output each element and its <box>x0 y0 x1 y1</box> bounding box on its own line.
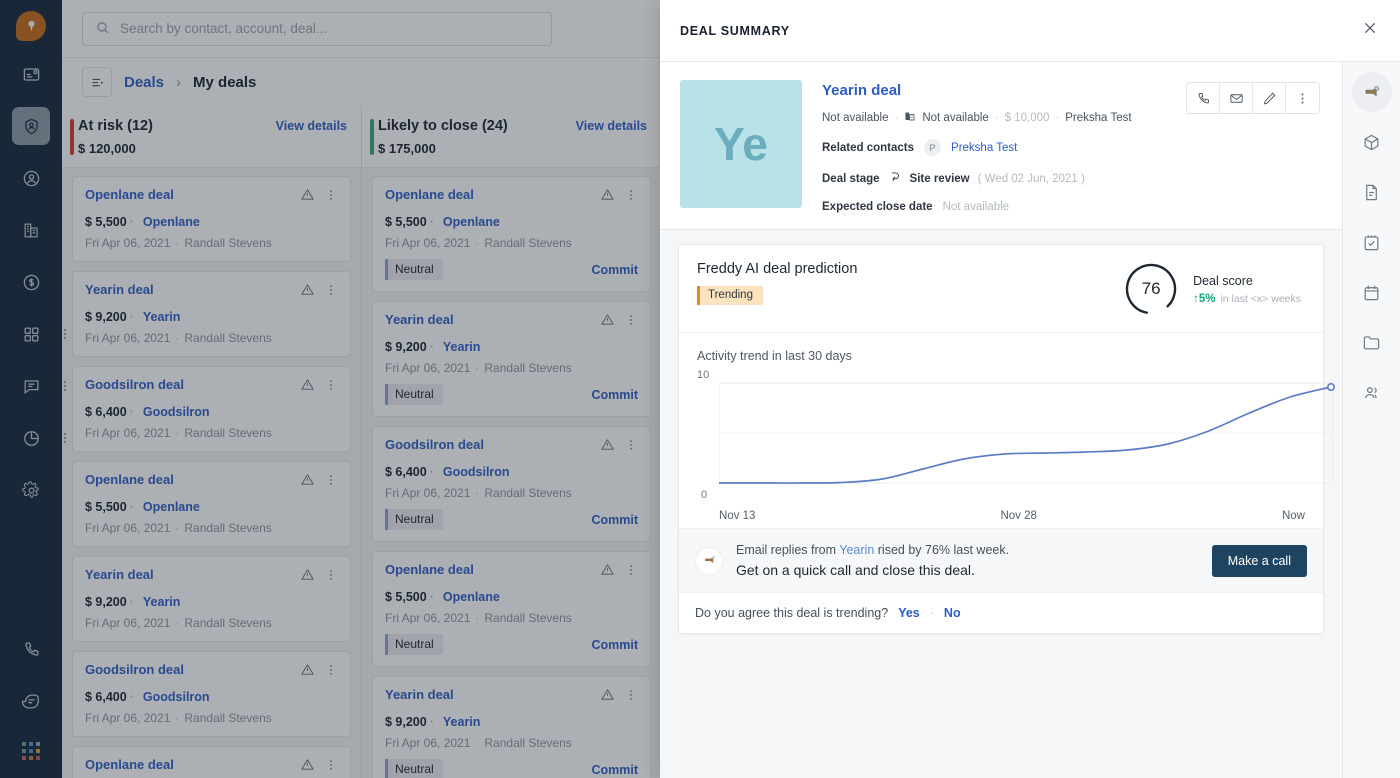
contact-avatar: P <box>924 139 942 156</box>
freddy-insight: Email replies from Yearin rised by 76% l… <box>679 528 1323 592</box>
y-axis-tick-bottom: 0 <box>701 489 708 501</box>
email-action[interactable] <box>1220 83 1253 113</box>
x-axis-labels: Nov 13 Nov 28 Now <box>697 510 1305 522</box>
calendar-icon[interactable] <box>1352 272 1392 312</box>
panel-header: DEAL SUMMARY <box>660 0 1400 62</box>
building-icon <box>904 110 916 125</box>
feedback-no[interactable]: No <box>944 606 961 620</box>
deal-score-ring: 76 <box>1123 261 1179 317</box>
insight-line1-post: rised by 76% last week. <box>877 543 1010 557</box>
feedback-row: Do you agree this deal is trending? Yes … <box>679 592 1323 633</box>
deal-score-block: 76 Deal score ↑5% in last <x> weeks <box>1123 261 1305 317</box>
freddy-title: Freddy AI deal prediction <box>697 261 858 277</box>
freddy-prediction-card: Freddy AI deal prediction Trending 76 De… <box>678 244 1335 634</box>
expected-close-row: Expected close date Not available <box>822 201 1166 213</box>
x-tick-2: Now <box>1281 510 1305 522</box>
panel-icon-rail <box>1342 62 1400 778</box>
deal-summary-details: Yearin deal Not available · Not availabl… <box>822 80 1166 213</box>
activity-chart-section: Activity trend in last 30 days 10 0 Nov … <box>679 333 1335 528</box>
feedback-question: Do you agree this deal is trending? <box>695 606 889 620</box>
deal-score-label: Deal score <box>1193 273 1253 288</box>
more-actions[interactable] <box>1286 83 1319 113</box>
expected-close-label: Expected close date <box>822 201 933 213</box>
deal-score-text: Deal score ↑5% in last <x> weeks <box>1193 274 1301 305</box>
chart-title: Activity trend in last 30 days <box>697 349 852 363</box>
make-a-call-button[interactable]: Make a call <box>1211 544 1307 577</box>
meta-dot: · <box>1055 111 1060 124</box>
panel-content: Ye Yearin deal Not available · Not avail… <box>660 62 1342 778</box>
deal-amount: $ 10,000 <box>1004 111 1050 124</box>
freddy-icon[interactable] <box>1351 72 1392 112</box>
call-action[interactable] <box>1187 83 1220 113</box>
deal-owner: Preksha Test <box>1065 111 1132 124</box>
deal-stage-date: ( Wed 02 Jun, 2021 ) <box>977 172 1085 185</box>
deal-score-delta-note: in last <x> weeks <box>1220 292 1301 305</box>
task-check-icon[interactable] <box>1352 222 1392 262</box>
meta-dot: · <box>894 111 899 124</box>
freddy-card-wrapper: Freddy AI deal prediction Trending 76 De… <box>660 230 1342 634</box>
y-axis-tick-top: 10 <box>697 369 710 381</box>
deal-stage-row: Deal stage Site review ( Wed 02 Jun, 202… <box>822 170 1166 187</box>
expected-close-value: Not available <box>942 201 1010 213</box>
insight-text: Email replies from Yearin rised by 76% l… <box>736 543 1199 578</box>
related-contacts-label: Related contacts <box>822 141 915 154</box>
stage-icon <box>888 170 902 187</box>
x-tick-1: Nov 28 <box>1000 510 1037 522</box>
deal-stage-label: Deal stage <box>822 172 880 185</box>
box-icon[interactable] <box>1352 122 1392 162</box>
deal-meta-row: Not available · Not available · $ 10,000… <box>822 110 1166 125</box>
deal-action-buttons <box>1186 82 1320 114</box>
panel-title: DEAL SUMMARY <box>680 23 790 38</box>
insight-line1-pre: Email replies from <box>736 543 837 557</box>
deal-summary-card: Ye Yearin deal Not available · Not avail… <box>660 62 1342 230</box>
edit-action[interactable] <box>1253 83 1286 113</box>
status-badge: Trending <box>697 286 763 305</box>
related-contacts-row: Related contacts P Preksha Test <box>822 139 1166 156</box>
deal-meta-second: Not available <box>922 111 989 124</box>
close-icon[interactable] <box>1362 20 1378 41</box>
x-tick-0: Nov 13 <box>719 510 756 522</box>
deal-meta-first: Not available <box>822 111 889 124</box>
insight-line-1: Email replies from Yearin rised by 76% l… <box>736 543 1199 557</box>
panel-body: Ye Yearin deal Not available · Not avail… <box>660 62 1400 778</box>
related-contact-name[interactable]: Preksha Test <box>951 142 1017 154</box>
freddy-avatar-icon <box>695 546 723 575</box>
folder-icon[interactable] <box>1352 322 1392 362</box>
contacts-icon[interactable] <box>1352 372 1392 412</box>
deal-stage-value: Site review <box>909 172 970 185</box>
activity-trend-chart: 10 0 <box>697 369 1335 505</box>
avatar: Ye <box>680 80 802 208</box>
meta-dot: · <box>994 111 999 124</box>
deal-score-delta-row: ↑5% in last <x> weeks <box>1193 293 1301 305</box>
freddy-header: Freddy AI deal prediction Trending 76 De… <box>679 245 1323 333</box>
insight-account-link[interactable]: Yearin <box>839 543 874 557</box>
insight-line-2: Get on a quick call and close this deal. <box>736 562 975 578</box>
feedback-yes[interactable]: Yes <box>898 606 920 620</box>
document-icon[interactable] <box>1352 172 1392 212</box>
feedback-separator: · <box>929 606 934 620</box>
deal-summary-panel: DEAL SUMMARY Ye Yearin deal Not availabl… <box>660 0 1400 778</box>
deal-score-value: 76 <box>1141 279 1161 298</box>
deal-title[interactable]: Yearin deal <box>822 82 1166 99</box>
trend-up-icon-value: ↑5% <box>1193 292 1216 305</box>
freddy-title-block: Freddy AI deal prediction Trending <box>697 261 857 305</box>
